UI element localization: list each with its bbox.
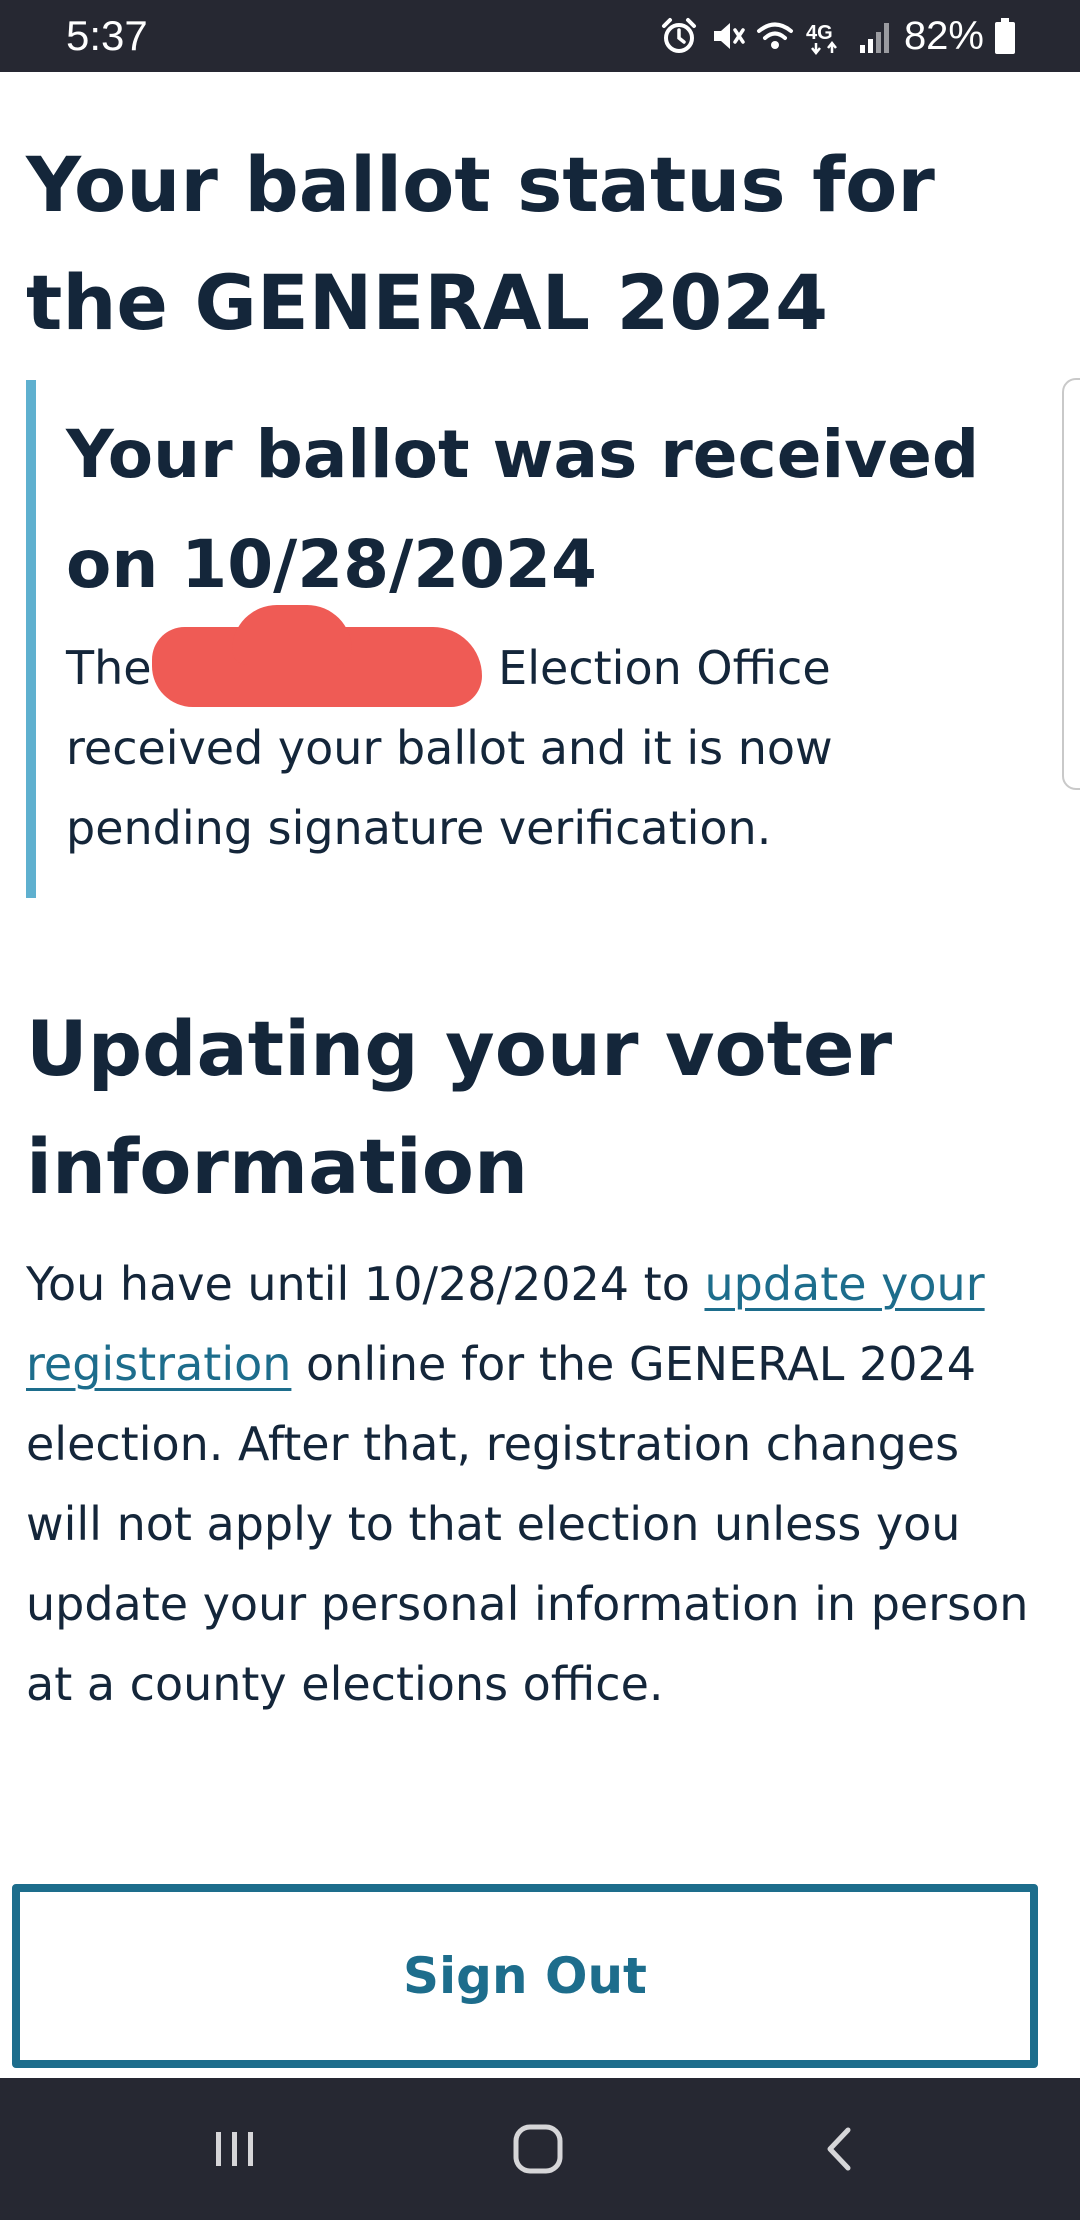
message-prefix: The	[66, 641, 152, 695]
ballot-received-heading: Your ballot was received on 10/28/2024	[66, 416, 980, 603]
redaction-mark	[151, 604, 482, 707]
sign-out-button[interactable]: Sign Out	[12, 1884, 1038, 2068]
wifi-icon	[756, 22, 793, 49]
signal-icon	[859, 23, 889, 53]
voter-info-text: You have until 10/28/2024 to update your…	[26, 1244, 1036, 1724]
status-icons: 4G 82%	[660, 12, 1016, 60]
ballot-status-callout: Your ballot was received on 10/28/2024 T…	[26, 380, 1026, 898]
recent-apps-button[interactable]	[190, 2114, 280, 2184]
alarm-icon	[661, 18, 696, 53]
mute-icon	[713, 23, 745, 49]
back-button[interactable]	[796, 2114, 886, 2184]
svg-text:4G: 4G	[806, 22, 833, 44]
voter-info-heading: Updating your voter information	[26, 1004, 893, 1211]
battery-icon	[995, 18, 1015, 54]
status-time: 5:37	[66, 12, 148, 59]
voter-info-text-after: online for the GENERAL 2024 election. Af…	[26, 1337, 1029, 1711]
voter-info-text-before: You have until 10/28/2024 to	[26, 1257, 705, 1311]
battery-percent: 82%	[903, 14, 984, 58]
main-content: Your ballot status for the GENERAL 2024 …	[0, 72, 1080, 2078]
side-panel-handle[interactable]	[1062, 378, 1080, 790]
home-button[interactable]	[493, 2114, 583, 2184]
status-bar: 5:37 4G 82%	[0, 0, 1080, 72]
network-4g-icon: 4G	[806, 22, 837, 55]
back-icon	[827, 2127, 851, 2171]
ballot-received-message: The Election Office received your ballot…	[66, 604, 1026, 868]
system-nav-bar	[0, 2078, 1080, 2220]
page-title: Your ballot status for the GENERAL 2024	[26, 140, 935, 347]
recent-apps-icon	[216, 2132, 253, 2166]
home-icon	[513, 2124, 563, 2174]
